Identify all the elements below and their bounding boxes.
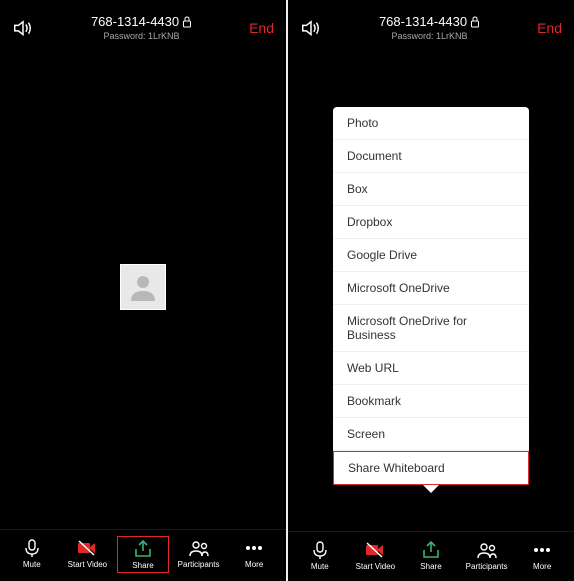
video-off-icon <box>76 538 98 558</box>
more-icon <box>531 540 553 560</box>
more-button[interactable]: More <box>516 538 568 573</box>
end-button[interactable]: End <box>249 20 274 36</box>
share-menu: Photo Document Box Dropbox Google Drive … <box>333 107 529 485</box>
participants-button[interactable]: Participants <box>461 538 513 573</box>
menu-item-dropbox[interactable]: Dropbox <box>333 206 529 239</box>
share-label: Share <box>420 562 441 571</box>
start-video-button[interactable]: Start Video <box>349 538 401 573</box>
menu-item-photo[interactable]: Photo <box>333 107 529 140</box>
phone-screen-right: 768-1314-4430 Password: 1LrKNB End Photo… <box>288 0 574 581</box>
mute-button[interactable]: Mute <box>294 538 346 573</box>
meeting-id-text: 768-1314-4430 <box>91 14 179 29</box>
participants-label: Participants <box>178 560 220 569</box>
mute-button[interactable]: Mute <box>6 536 58 573</box>
participants-icon <box>476 540 498 560</box>
start-video-label: Start Video <box>68 560 107 569</box>
menu-item-box[interactable]: Box <box>333 173 529 206</box>
password-line: Password: 1LrKNB <box>322 31 537 41</box>
participants-button[interactable]: Participants <box>173 536 225 573</box>
speaker-icon[interactable] <box>12 19 34 37</box>
start-video-label: Start Video <box>356 562 395 571</box>
start-video-button[interactable]: Start Video <box>61 536 113 573</box>
bottom-toolbar: Mute Start Video Share <box>288 531 574 581</box>
more-button[interactable]: More <box>228 536 280 573</box>
participants-label: Participants <box>466 562 508 571</box>
bottom-toolbar: Mute Start Video Share <box>0 529 286 581</box>
menu-item-onedrive-business[interactable]: Microsoft OneDrive for Business <box>333 305 529 352</box>
microphone-icon <box>21 538 43 558</box>
share-button[interactable]: Share <box>405 538 457 573</box>
header-center: 768-1314-4430 Password: 1LrKNB <box>322 14 537 41</box>
main-video-area: Photo Document Box Dropbox Google Drive … <box>288 45 574 531</box>
share-icon <box>132 539 154 559</box>
menu-item-google-drive[interactable]: Google Drive <box>333 239 529 272</box>
password-label: Password: <box>392 31 434 41</box>
avatar-placeholder <box>120 264 166 310</box>
menu-item-bookmark[interactable]: Bookmark <box>333 385 529 418</box>
participants-icon <box>188 538 210 558</box>
header: 768-1314-4430 Password: 1LrKNB End <box>288 0 574 45</box>
password-value: 1LrKNB <box>148 31 180 41</box>
phone-screen-left: 768-1314-4430 Password: 1LrKNB End <box>0 0 286 581</box>
lock-icon <box>182 16 192 28</box>
end-button[interactable]: End <box>537 20 562 36</box>
header: 768-1314-4430 Password: 1LrKNB End <box>0 0 286 45</box>
password-value: 1LrKNB <box>436 31 468 41</box>
microphone-icon <box>309 540 331 560</box>
mute-label: Mute <box>311 562 329 571</box>
share-button[interactable]: Share <box>117 536 169 573</box>
share-icon <box>420 540 442 560</box>
more-label: More <box>533 562 551 571</box>
menu-item-web-url[interactable]: Web URL <box>333 352 529 385</box>
menu-item-document[interactable]: Document <box>333 140 529 173</box>
menu-item-screen[interactable]: Screen <box>333 418 529 451</box>
share-label: Share <box>132 561 153 570</box>
more-icon <box>243 538 265 558</box>
more-label: More <box>245 560 263 569</box>
password-line: Password: 1LrKNB <box>34 31 249 41</box>
password-label: Password: <box>104 31 146 41</box>
menu-item-onedrive[interactable]: Microsoft OneDrive <box>333 272 529 305</box>
speaker-icon[interactable] <box>300 19 322 37</box>
meeting-id: 768-1314-4430 <box>322 14 537 29</box>
lock-icon <box>470 16 480 28</box>
video-off-icon <box>364 540 386 560</box>
main-video-area <box>0 45 286 529</box>
header-center: 768-1314-4430 Password: 1LrKNB <box>34 14 249 41</box>
mute-label: Mute <box>23 560 41 569</box>
menu-item-whiteboard[interactable]: Share Whiteboard <box>333 451 529 485</box>
meeting-id: 768-1314-4430 <box>34 14 249 29</box>
person-icon <box>127 271 159 303</box>
meeting-id-text: 768-1314-4430 <box>379 14 467 29</box>
